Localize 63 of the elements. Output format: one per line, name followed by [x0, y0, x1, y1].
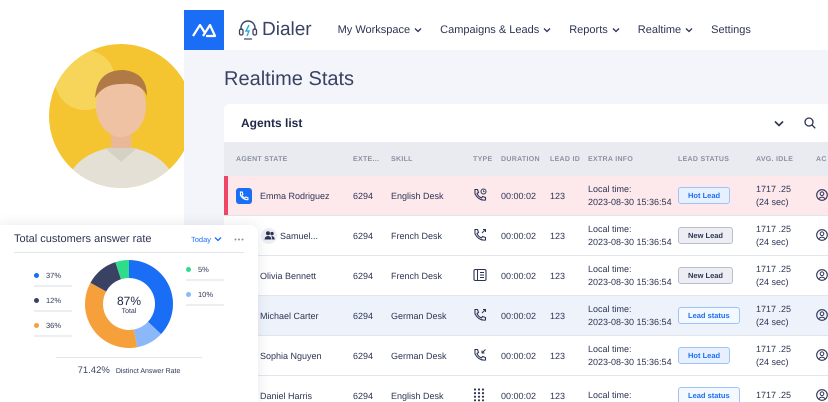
nav-link[interactable]: My Workspace [338, 24, 422, 36]
nav-link[interactable]: Realtime [638, 24, 694, 36]
table-cell: 1717 .25 [756, 390, 792, 400]
brand-name: Dialer [262, 19, 312, 41]
table-cell: 2023-08-30 15:36:54 [588, 276, 672, 286]
table-cell: Local time: [588, 390, 632, 400]
table-cell: Local time: [588, 264, 632, 274]
agent-name: Olivia Bennett [260, 270, 316, 280]
table-cell: (24 sec) [756, 276, 789, 286]
card-title: Agents list [241, 116, 304, 130]
table-cell: 123 [550, 270, 566, 280]
table-cell: German Desk [391, 310, 447, 320]
table-cell: (24 sec) [756, 316, 789, 326]
table-cell: French Desk [391, 270, 442, 280]
table-cell: 1717 .25 [756, 304, 792, 314]
nav-link[interactable]: Settings [711, 24, 751, 36]
card-title: Total customers answer rate [14, 233, 153, 245]
agent-name: Sophia Nguyen [260, 350, 322, 360]
table-cell: 6294 [353, 270, 374, 280]
table-cell: 123 [550, 190, 566, 200]
table-cell: 123 [550, 390, 566, 400]
table-cell: English Desk [391, 390, 444, 400]
table-cell: 1717 .25 [756, 344, 792, 354]
table-cell: 00:00:02 [501, 390, 536, 400]
nav-link[interactable]: Reports [569, 24, 620, 36]
table-cell: 6294 [353, 310, 374, 320]
table-cell: 00:00:02 [501, 310, 536, 320]
table-cell: 00:00:02 [501, 350, 536, 360]
table-cell: 1717 .25 [756, 184, 792, 194]
table-cell: 2023-08-30 15:36:54 [588, 316, 672, 326]
table-cell: 00:00:02 [501, 270, 536, 280]
table-cell: (24 sec) [756, 356, 789, 366]
table-cell: 123 [550, 350, 566, 360]
table-cell: 2023-08-30 15:36:54 [588, 196, 672, 206]
footer-value: 71.42% [78, 365, 110, 376]
table-cell: (24 sec) [756, 236, 789, 246]
table-cell: 6294 [353, 230, 374, 240]
table-cell: 1717 .25 [756, 264, 792, 274]
table-cell: Local time: [588, 224, 632, 234]
table-cell: Local time: [588, 344, 632, 354]
table-cell: (24 sec) [756, 196, 789, 206]
table-cell: 00:00:02 [501, 190, 536, 200]
agent-name: Michael Carter [260, 310, 319, 320]
agent-name: Emma Rodriguez [260, 190, 330, 200]
agent-name: Samuel... [280, 230, 318, 240]
table-cell: 123 [550, 310, 566, 320]
table-cell: French Desk [391, 230, 442, 240]
table-cell: 6294 [353, 350, 374, 360]
table-cell: 6294 [353, 190, 374, 200]
center-value: 87% [116, 294, 142, 308]
agent-name: Daniel Harris [260, 390, 312, 400]
nav-link[interactable]: Campaigns & Leads [440, 24, 552, 36]
table-cell: English Desk [391, 190, 444, 200]
table-cell: 2023-08-30 15:36:54 [588, 356, 672, 366]
table-cell: 00:00:02 [501, 230, 536, 240]
table-cell: 2023-08-30 15:36:54 [588, 236, 672, 246]
table-cell: Local time: [588, 184, 632, 194]
page-title: Realtime Stats [224, 68, 356, 91]
table-cell: 6294 [353, 390, 374, 400]
table-cell: German Desk [391, 350, 447, 360]
table-cell: 1717 .25 [756, 224, 792, 234]
table-cell: Local time: [588, 304, 632, 314]
table-cell: 123 [550, 230, 566, 240]
